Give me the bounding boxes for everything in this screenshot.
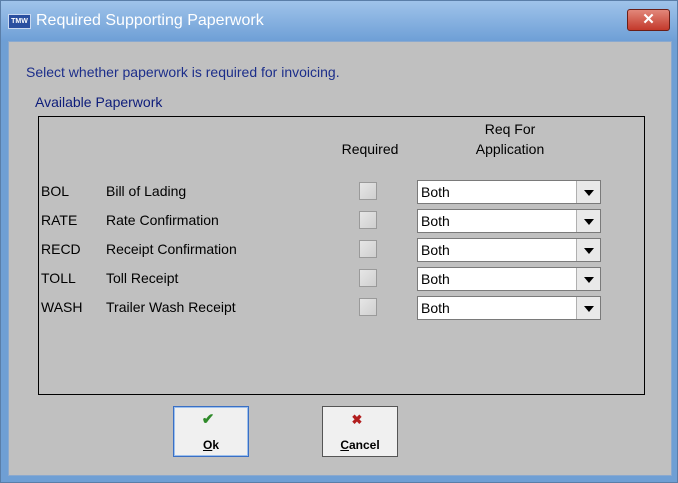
select-value: Both xyxy=(421,213,450,229)
column-header-required: Required xyxy=(341,141,399,157)
group-title: Available Paperwork xyxy=(35,94,163,110)
row-code: RECD xyxy=(41,241,81,257)
column-header-application: Application xyxy=(475,141,545,157)
application-select-wash[interactable]: Both xyxy=(417,296,601,320)
select-value: Both xyxy=(421,300,450,316)
x-icon: ✖ xyxy=(351,412,363,427)
select-value: Both xyxy=(421,184,450,200)
cancel-button[interactable]: ✖ Cancel xyxy=(322,406,398,457)
close-icon: ✕ xyxy=(642,11,655,28)
row-code: BOL xyxy=(41,183,70,199)
required-checkbox-rate[interactable] xyxy=(359,211,377,229)
ok-button-label: Ok xyxy=(202,438,220,452)
check-icon: ✔ xyxy=(201,411,215,428)
dropdown-button[interactable] xyxy=(576,210,600,232)
chevron-down-icon xyxy=(584,219,594,225)
dropdown-button[interactable] xyxy=(576,239,600,261)
chevron-down-icon xyxy=(584,306,594,312)
required-checkbox-wash[interactable] xyxy=(359,298,377,316)
row-description: Trailer Wash Receipt xyxy=(106,299,236,315)
dialog-window: TMW Required Supporting Paperwork ✕ Sele… xyxy=(0,0,678,483)
dropdown-button[interactable] xyxy=(576,297,600,319)
dropdown-button[interactable] xyxy=(576,268,600,290)
window-title: Required Supporting Paperwork xyxy=(36,12,264,29)
row-description: Receipt Confirmation xyxy=(106,241,237,257)
ok-button[interactable]: ✔ Ok xyxy=(173,406,249,457)
row-description: Bill of Lading xyxy=(106,183,187,199)
row-description: Toll Receipt xyxy=(106,270,179,286)
row-code: TOLL xyxy=(41,270,76,286)
app-icon: TMW xyxy=(8,14,31,29)
application-select-toll[interactable]: Both xyxy=(417,267,601,291)
available-paperwork-group: Required Req For Application BOL Bill of… xyxy=(38,116,645,395)
dropdown-button[interactable] xyxy=(576,181,600,203)
application-select-rate[interactable]: Both xyxy=(417,209,601,233)
select-value: Both xyxy=(421,242,450,258)
application-select-recd[interactable]: Both xyxy=(417,238,601,262)
select-value: Both xyxy=(421,271,450,287)
required-checkbox-recd[interactable] xyxy=(359,240,377,258)
close-button[interactable]: ✕ xyxy=(627,9,670,31)
application-select-bol[interactable]: Both xyxy=(417,180,601,204)
chevron-down-icon xyxy=(584,190,594,196)
row-code: WASH xyxy=(41,299,83,315)
cancel-button-label: Cancel xyxy=(340,438,380,452)
dialog-client-area: Select whether paperwork is required for… xyxy=(8,41,672,476)
column-header-req-for: Req For xyxy=(484,121,536,137)
instruction-text: Select whether paperwork is required for… xyxy=(26,64,340,80)
row-description: Rate Confirmation xyxy=(106,212,219,228)
required-checkbox-toll[interactable] xyxy=(359,269,377,287)
chevron-down-icon xyxy=(584,248,594,254)
title-bar[interactable]: TMW Required Supporting Paperwork ✕ xyxy=(1,1,677,41)
chevron-down-icon xyxy=(584,277,594,283)
required-checkbox-bol[interactable] xyxy=(359,182,377,200)
row-code: RATE xyxy=(41,212,78,228)
